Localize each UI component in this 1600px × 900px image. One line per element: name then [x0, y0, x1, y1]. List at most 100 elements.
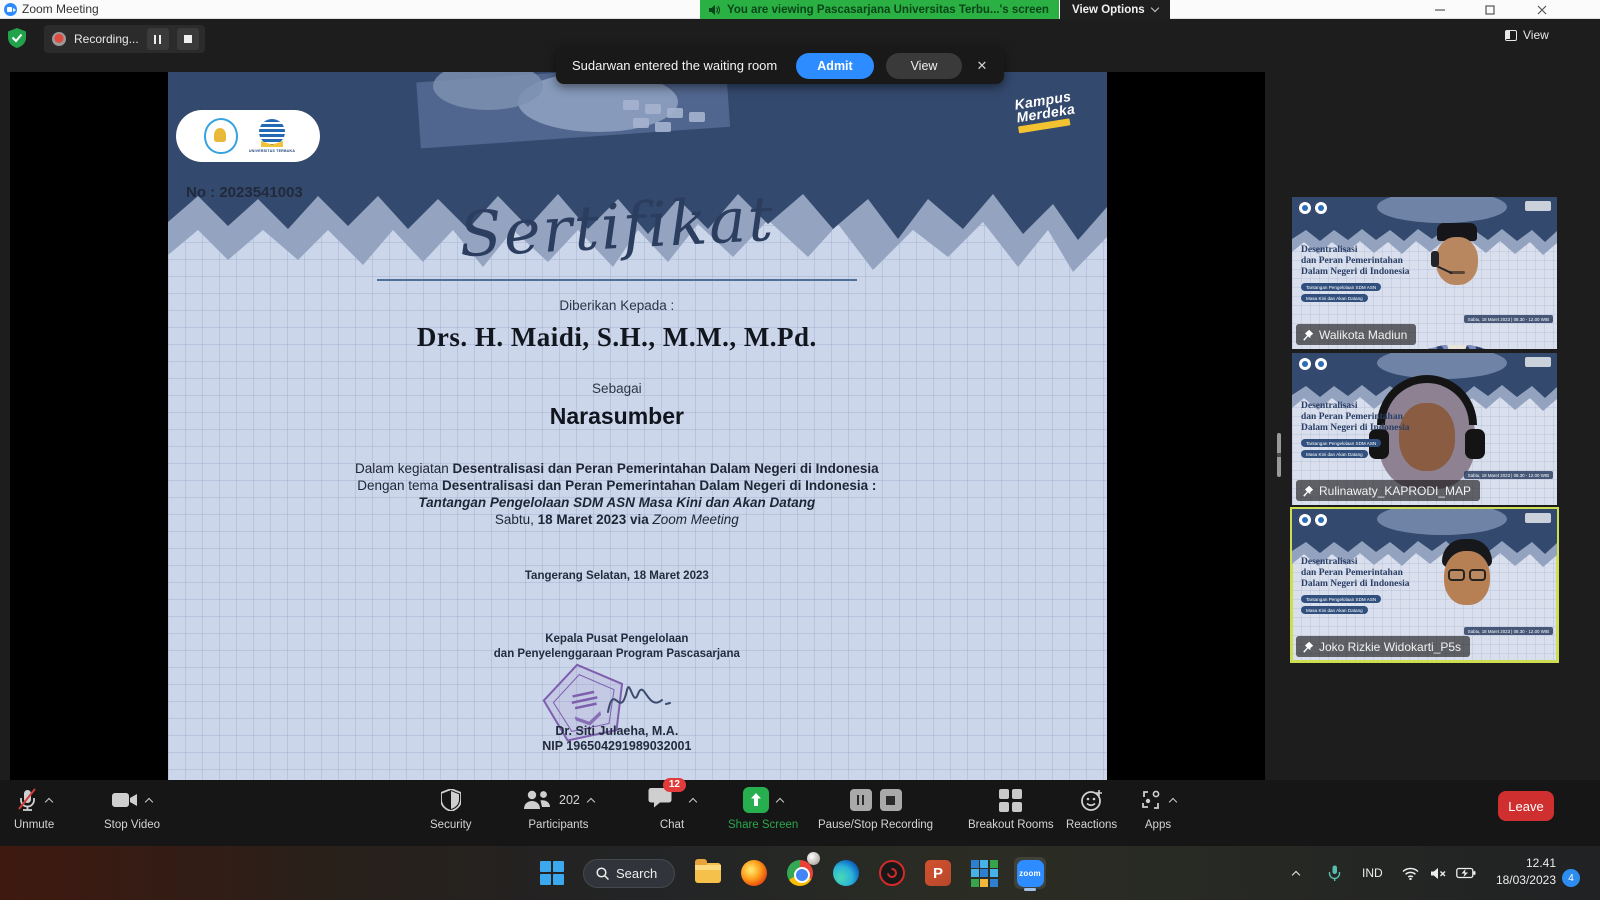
- tray-expand-button[interactable]: [1293, 846, 1299, 900]
- pause-stop-recording-label: Pause/Stop Recording: [818, 819, 933, 831]
- toast-view-button[interactable]: View: [886, 53, 962, 79]
- signer-nip: NIP 196504291989032001: [542, 739, 691, 753]
- window-minimize-button[interactable]: [1420, 0, 1460, 19]
- taskbar-search[interactable]: Search: [583, 859, 675, 888]
- recorder-app-button[interactable]: [876, 857, 908, 889]
- chevron-up-icon[interactable]: [689, 797, 697, 805]
- shared-screen: UNIVERSITAS TERBUKA Kampus Merdeka No : …: [10, 72, 1265, 780]
- virtual-bg-corner-logo: [1525, 513, 1551, 523]
- tray-time: 12.41: [1452, 855, 1556, 872]
- start-button[interactable]: [536, 857, 568, 889]
- zoom-taskbar-button[interactable]: zoom: [1014, 857, 1046, 889]
- batik-shirt: [1372, 345, 1542, 349]
- chevron-down-icon: [1150, 4, 1158, 12]
- toast-message: Sudarwan entered the waiting room: [572, 58, 784, 73]
- virtual-bg-corner-logo: [1525, 357, 1551, 367]
- screen-viewing-banner-text: You are viewing Pascasarjana Universitas…: [727, 4, 1049, 16]
- chevron-up-icon[interactable]: [145, 797, 153, 805]
- security-button[interactable]: Security: [430, 786, 472, 831]
- stop-recording-icon[interactable]: [880, 789, 902, 811]
- pause-stop-recording-button[interactable]: Pause/Stop Recording: [818, 786, 933, 831]
- firefox-button[interactable]: [738, 857, 770, 889]
- recipient-role: Narasumber: [550, 403, 684, 430]
- given-to-label: Diberikan Kepada :: [559, 298, 674, 313]
- certificate-header-graphic: [168, 72, 1107, 302]
- reactions-label: Reactions: [1066, 819, 1117, 831]
- participant-name-tag: Rulinawaty_KAPRODI_MAP: [1296, 480, 1480, 501]
- participant-name: Walikota Madiun: [1319, 328, 1407, 342]
- share-screen-button[interactable]: Share Screen: [728, 786, 798, 831]
- tray-volume-muted[interactable]: [1430, 846, 1447, 900]
- universitas-terbuka-logo: UNIVERSITAS TERBUKA: [252, 119, 292, 153]
- window-title: Zoom Meeting: [22, 2, 99, 16]
- virtual-bg-badges: Tantangan Pengelolaan SDM ASNMasa Kini d…: [1301, 439, 1381, 461]
- pause-recording-icon[interactable]: [850, 789, 872, 811]
- participant-name: Joko Rizkie Widokarti_P5s: [1319, 640, 1461, 654]
- chevron-up-icon[interactable]: [1169, 797, 1177, 805]
- search-icon: [596, 867, 609, 880]
- apps-icon: [1140, 789, 1162, 811]
- chrome-button[interactable]: [784, 857, 816, 889]
- pause-recording-button[interactable]: [147, 28, 169, 50]
- tray-clock[interactable]: 12.41 18/03/2023: [1452, 855, 1556, 889]
- pause-icon: [154, 35, 161, 44]
- recorder-app-icon: [879, 860, 905, 886]
- window-maximize-button[interactable]: [1470, 0, 1510, 19]
- apps-button[interactable]: Apps: [1140, 786, 1176, 831]
- participant-name-tag: Walikota Madiun: [1296, 324, 1416, 345]
- view-options-button[interactable]: View Options: [1060, 0, 1170, 19]
- participants-label: Participants: [528, 819, 588, 831]
- unmute-button[interactable]: Unmute: [14, 786, 54, 831]
- tray-microphone[interactable]: [1328, 846, 1341, 900]
- participant-name: Rulinawaty_KAPRODI_MAP: [1319, 484, 1471, 498]
- video-camera-icon: [112, 791, 138, 809]
- virtual-bg-corner-logo: [1525, 201, 1551, 211]
- tray-wifi[interactable]: [1402, 846, 1419, 900]
- leave-button[interactable]: Leave: [1498, 791, 1554, 821]
- maximize-icon: [1486, 6, 1494, 14]
- language-indicator: IND: [1362, 866, 1383, 880]
- breakout-rooms-icon: [999, 789, 1022, 812]
- layout-view-button[interactable]: View: [1505, 28, 1549, 42]
- signer-name: Dr. Siti Julaeha, M.A.: [555, 724, 678, 738]
- audio-speaker-icon: [708, 4, 721, 16]
- stop-video-button[interactable]: Stop Video: [104, 786, 160, 831]
- notification-count-badge[interactable]: 4: [1562, 869, 1580, 887]
- tray-language[interactable]: IND: [1362, 846, 1383, 900]
- stop-recording-button[interactable]: [177, 28, 199, 50]
- participants-button[interactable]: 202 Participants: [523, 786, 594, 831]
- reactions-button[interactable]: Reactions: [1066, 786, 1117, 831]
- zoom-app-icon: [4, 3, 17, 16]
- virtual-bg-schedule: Sabtu, 18 Maret 2023 | 08.30 - 12.00 WIB: [1464, 627, 1553, 635]
- encryption-shield-icon[interactable]: [8, 28, 26, 48]
- windows-start-icon: [540, 861, 564, 885]
- panel-resize-handle[interactable]: [1277, 433, 1281, 477]
- chevron-up-icon[interactable]: [45, 797, 53, 805]
- powerpoint-button[interactable]: P: [922, 857, 954, 889]
- breakout-rooms-label: Breakout Rooms: [968, 819, 1054, 831]
- chevron-up-icon[interactable]: [587, 797, 595, 805]
- toast-close-icon[interactable]: ✕: [974, 58, 990, 74]
- participant-video-joko-rizkie[interactable]: Desentralisasidan Peran PemerintahanDala…: [1292, 509, 1557, 661]
- chevron-up-icon[interactable]: [776, 797, 784, 805]
- chat-button[interactable]: 12 Chat: [648, 786, 696, 831]
- stop-video-label: Stop Video: [104, 819, 160, 831]
- certificate-logos: UNIVERSITAS TERBUKA: [176, 110, 320, 162]
- window-close-button[interactable]: [1522, 0, 1562, 19]
- window-titlebar: Zoom Meeting You are viewing Pascasarjan…: [0, 0, 1600, 19]
- edge-button[interactable]: [830, 857, 862, 889]
- certificate-title-underline: [377, 279, 857, 281]
- pin-icon: [1302, 485, 1314, 497]
- file-explorer-button[interactable]: [692, 857, 724, 889]
- grid-app-button[interactable]: [968, 857, 1000, 889]
- shield-icon: [441, 789, 461, 811]
- certificate-slide: UNIVERSITAS TERBUKA Kampus Merdeka No : …: [168, 72, 1107, 780]
- participant-video-walikota-madiun[interactable]: Desentralisasidan Peran PemerintahanDala…: [1292, 197, 1557, 349]
- share-screen-label: Share Screen: [728, 819, 798, 831]
- participant-video-rulinawaty[interactable]: Desentralisasidan Peran PemerintahanDala…: [1292, 353, 1557, 505]
- powerpoint-icon: P: [925, 860, 951, 886]
- chat-label: Chat: [660, 819, 684, 831]
- admit-button[interactable]: Admit: [796, 53, 874, 79]
- breakout-rooms-button[interactable]: Breakout Rooms: [968, 786, 1054, 831]
- pin-icon: [1302, 329, 1314, 341]
